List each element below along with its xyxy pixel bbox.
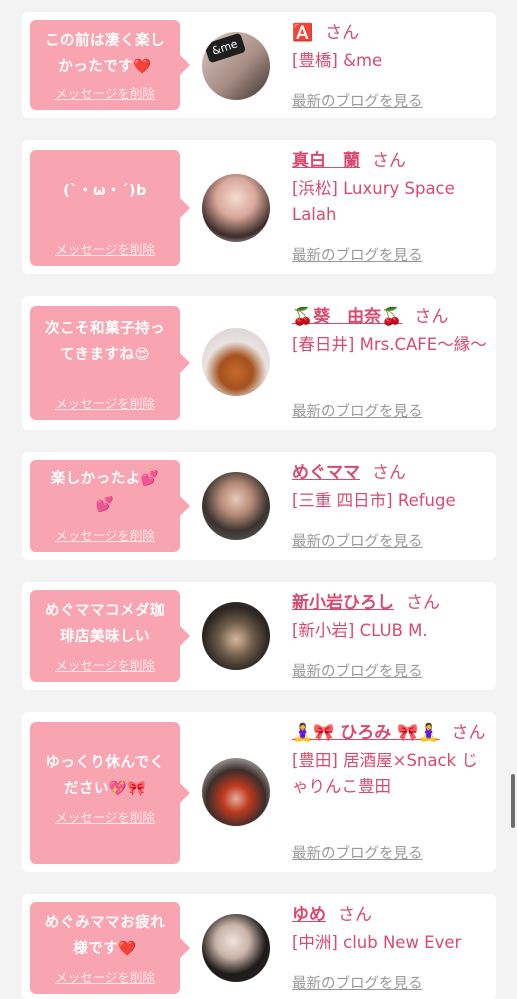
avatar[interactable]: &me	[202, 32, 270, 100]
shop-name: [豊田] 居酒屋×Snack じゃりんこ豊田	[292, 751, 478, 796]
avatar[interactable]	[202, 914, 270, 982]
profile-info: 真白 蘭さん [浜松] Luxury Space Lalah	[292, 148, 488, 228]
latest-blog-link[interactable]: 最新のブログを見る	[292, 972, 423, 993]
delete-message-link[interactable]: メッセージを削除	[30, 525, 180, 544]
avatar-logo: &me	[203, 32, 247, 64]
message-text: この前は凄く楽し かったです❤️	[45, 33, 165, 75]
avatar[interactable]	[202, 174, 270, 242]
profile-info: 🍒葵 由奈🍒 さん [春日井] Mrs.CAFE〜縁〜	[292, 304, 488, 358]
profile-info: ゆめ さん [中洲] club New Ever	[292, 902, 488, 956]
latest-blog-link[interactable]: 最新のブログを見る	[292, 530, 423, 551]
latest-blog-link[interactable]: 最新のブログを見る	[292, 90, 423, 111]
message-bubble: この前は凄く楽し かったです❤️ メッセージを削除	[30, 20, 190, 110]
profile-name-link[interactable]: ゆめ	[292, 905, 326, 925]
message-card: ゆっくり休んでく ださい💖🎀 メッセージを削除 🧘‍♀️🎀 ひろみ 🎀🧘‍♀️ さ…	[22, 712, 496, 872]
message-text: 楽しかったよ💕 💕	[50, 471, 160, 513]
profile-name-link[interactable]: めぐママ	[292, 463, 360, 483]
honorific: さん	[451, 723, 486, 743]
latest-blog-link[interactable]: 最新のブログを見る	[292, 244, 423, 265]
delete-message-link[interactable]: メッセージを削除	[30, 239, 180, 258]
profile-name-link[interactable]: 🍒葵 由奈🍒	[292, 307, 402, 327]
profile-name-link[interactable]: 🅰️	[292, 23, 313, 43]
honorific: さん	[325, 23, 360, 43]
message-bubble: 次こそ和菓子持っ てきますね😍 メッセージを削除	[30, 306, 190, 420]
message-text: めぐママコメダ珈 琲店美味しい	[45, 603, 165, 645]
delete-message-link[interactable]: メッセージを削除	[30, 83, 180, 102]
message-bubble: 楽しかったよ💕 💕 メッセージを削除	[30, 460, 190, 552]
honorific: さん	[406, 593, 440, 613]
message-text: 次こそ和菓子持っ てきますね😍	[45, 321, 165, 363]
profile-info: めぐママ さん [三重 四日市] Refuge	[292, 460, 488, 514]
heart-emoji: ❤️	[133, 59, 152, 75]
scrollbar[interactable]	[511, 774, 515, 828]
delete-message-link[interactable]: メッセージを削除	[30, 807, 180, 826]
shop-name: [三重 四日市] Refuge	[292, 491, 456, 510]
profile-name-link[interactable]: 真白 蘭	[292, 151, 360, 171]
shop-name: [中洲] club New Ever	[292, 933, 462, 952]
honorific: さん	[372, 151, 406, 171]
delete-message-link[interactable]: メッセージを削除	[30, 655, 180, 674]
message-bubble: (`・ω・´)b メッセージを削除	[30, 150, 190, 266]
smile-hearts-emoji: 😍	[134, 347, 151, 363]
shop-name: [春日井] Mrs.CAFE〜縁〜	[292, 335, 487, 354]
message-card: めぐママコメダ珈 琲店美味しい メッセージを削除 新小岩ひろし さん [新小岩] …	[22, 582, 496, 690]
latest-blog-link[interactable]: 最新のブログを見る	[292, 842, 423, 863]
shop-name: [浜松] Luxury Space Lalah	[292, 179, 455, 224]
avatar[interactable]	[202, 328, 270, 396]
message-card: めぐみママお疲れ 様です❤️ メッセージを削除 ゆめ さん [中洲] club N…	[22, 894, 496, 999]
honorific: さん	[372, 463, 406, 483]
delete-message-link[interactable]: メッセージを削除	[30, 393, 180, 412]
profile-name-link[interactable]: 新小岩ひろし	[292, 593, 394, 613]
message-bubble: ゆっくり休んでく ださい💖🎀 メッセージを削除	[30, 722, 190, 864]
heart-emoji: ❤️	[118, 941, 137, 957]
message-text: ゆっくり休んでく ださい💖🎀	[45, 755, 165, 797]
latest-blog-link[interactable]: 最新のブログを見る	[292, 660, 423, 681]
avatar[interactable]	[202, 472, 270, 540]
profile-info: 🧘‍♀️🎀 ひろみ 🎀🧘‍♀️ さん [豊田] 居酒屋×Snack じゃりんこ豊田	[292, 720, 488, 800]
avatar[interactable]	[202, 758, 270, 826]
shop-name: [新小岩] CLUB M.	[292, 621, 428, 640]
message-bubble: めぐママコメダ珈 琲店美味しい メッセージを削除	[30, 590, 190, 682]
profile-info: 新小岩ひろし さん [新小岩] CLUB M.	[292, 590, 488, 644]
message-text: (`・ω・´)b	[63, 183, 147, 199]
honorific: さん	[338, 905, 372, 925]
message-text: めぐみママお疲れ 様です❤️	[44, 915, 166, 957]
shop-name: [豊橋] &me	[292, 51, 383, 70]
delete-message-link[interactable]: メッセージを削除	[30, 967, 180, 986]
latest-blog-link[interactable]: 最新のブログを見る	[292, 400, 423, 421]
message-bubble: めぐみママお疲れ 様です❤️ メッセージを削除	[30, 902, 190, 994]
profile-info: 🅰️ さん [豊橋] &me	[292, 20, 488, 74]
message-card: 楽しかったよ💕 💕 メッセージを削除 めぐママ さん [三重 四日市] Refug…	[22, 452, 496, 560]
honorific: さん	[414, 307, 449, 327]
profile-name-link[interactable]: 🧘‍♀️🎀 ひろみ 🎀🧘‍♀️	[292, 723, 440, 743]
message-card: (`・ω・´)b メッセージを削除 真白 蘭さん [浜松] Luxury Spa…	[22, 140, 496, 274]
avatar[interactable]	[202, 602, 270, 670]
message-card: この前は凄く楽し かったです❤️ メッセージを削除 &me 🅰️ さん [豊橋] …	[22, 12, 496, 118]
message-card: 次こそ和菓子持っ てきますね😍 メッセージを削除 🍒葵 由奈🍒 さん [春日井] …	[22, 296, 496, 430]
